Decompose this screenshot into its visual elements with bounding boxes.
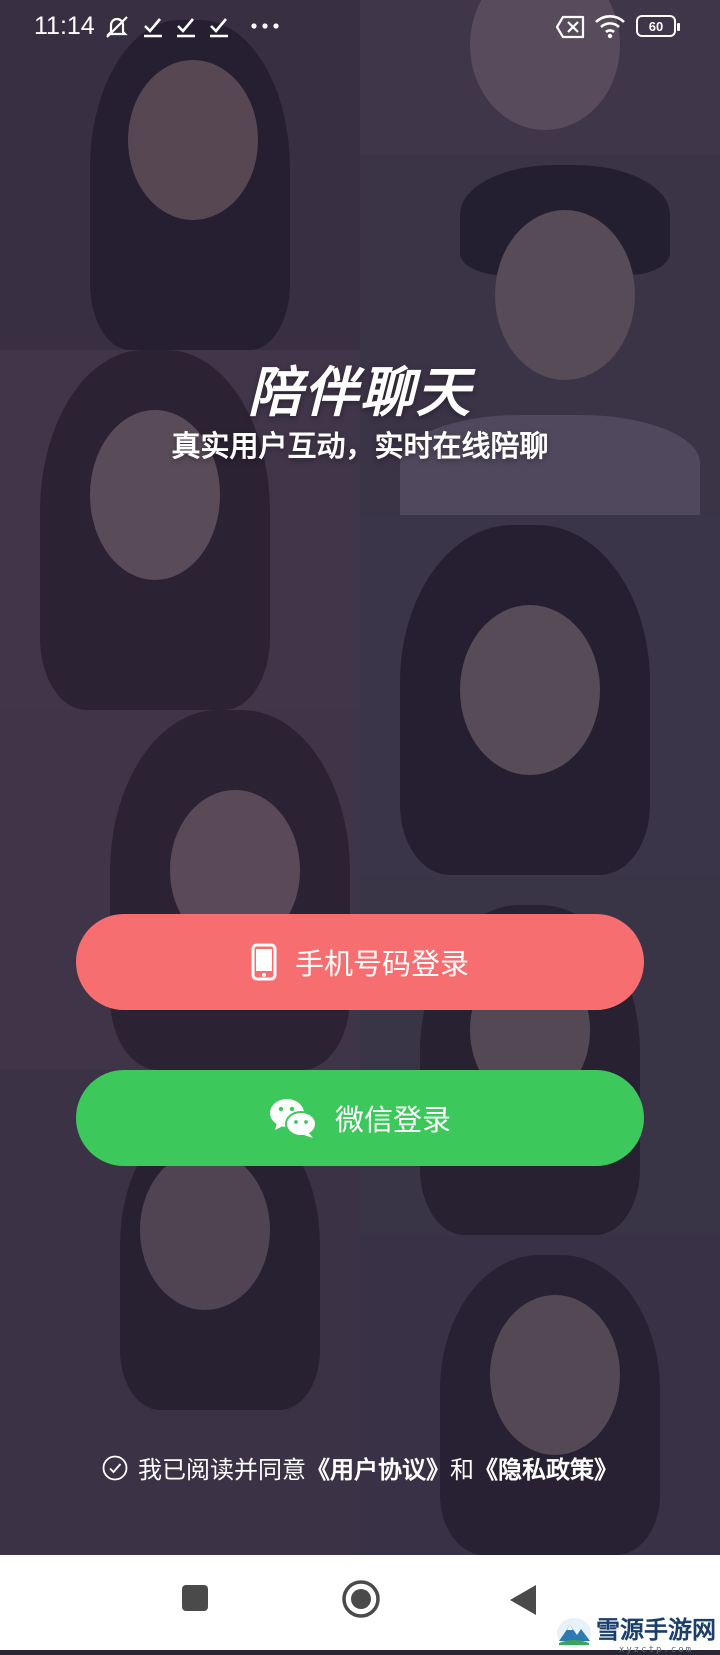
- privacy-policy-link[interactable]: 《隐私政策》: [474, 1450, 618, 1485]
- battery-icon: 60: [636, 15, 680, 37]
- watermark-text: 雪源手游网: [596, 1615, 716, 1644]
- agreement-prefix: 我已阅读并同意: [138, 1456, 306, 1484]
- wifi-icon: [595, 15, 625, 39]
- wechat-login-label: 微信登录: [334, 1103, 451, 1137]
- phone-login-label: 手机号码登录: [294, 947, 469, 981]
- watermark-subtext: xyzctp.com: [618, 1645, 694, 1655]
- status-time: 11:14: [34, 12, 95, 40]
- user-agreement-link[interactable]: 《用户协议》: [306, 1450, 450, 1485]
- back-button[interactable]: [508, 1583, 538, 1617]
- dark-overlay: [0, 0, 720, 1555]
- more-dots-icon: [251, 23, 279, 29]
- agreement-row: 我已阅读并同意 《用户协议》 和 《隐私政策》: [0, 1450, 720, 1485]
- check-icon: [210, 18, 228, 38]
- check-icon: [144, 18, 162, 38]
- mute-icon: [106, 16, 128, 38]
- wechat-icon: [269, 1097, 317, 1139]
- wechat-login-button[interactable]: 微信登录: [76, 1070, 644, 1166]
- watermark-logo: 雪源手游网 xyzctp.com: [556, 1610, 716, 1655]
- agreement-checkbox[interactable]: [102, 1455, 128, 1481]
- check-icon: [177, 18, 195, 38]
- home-button[interactable]: [341, 1579, 381, 1619]
- hero-subtitle: 真实用户互动，实时在线陪聊: [171, 429, 549, 463]
- battery-level: 60: [648, 18, 664, 34]
- phone-login-button[interactable]: 手机号码登录: [76, 914, 644, 1010]
- hero-title: 陪伴聊天: [248, 361, 472, 424]
- status-bar: 11:14 60: [0, 0, 720, 54]
- recents-button[interactable]: [181, 1583, 209, 1613]
- sim-off-icon: [556, 15, 585, 39]
- agreement-conjunction: 和: [450, 1456, 474, 1484]
- mountain-logo-icon: [557, 1617, 591, 1648]
- phone-icon: [251, 943, 277, 981]
- background-photo-collage: [0, 0, 720, 1555]
